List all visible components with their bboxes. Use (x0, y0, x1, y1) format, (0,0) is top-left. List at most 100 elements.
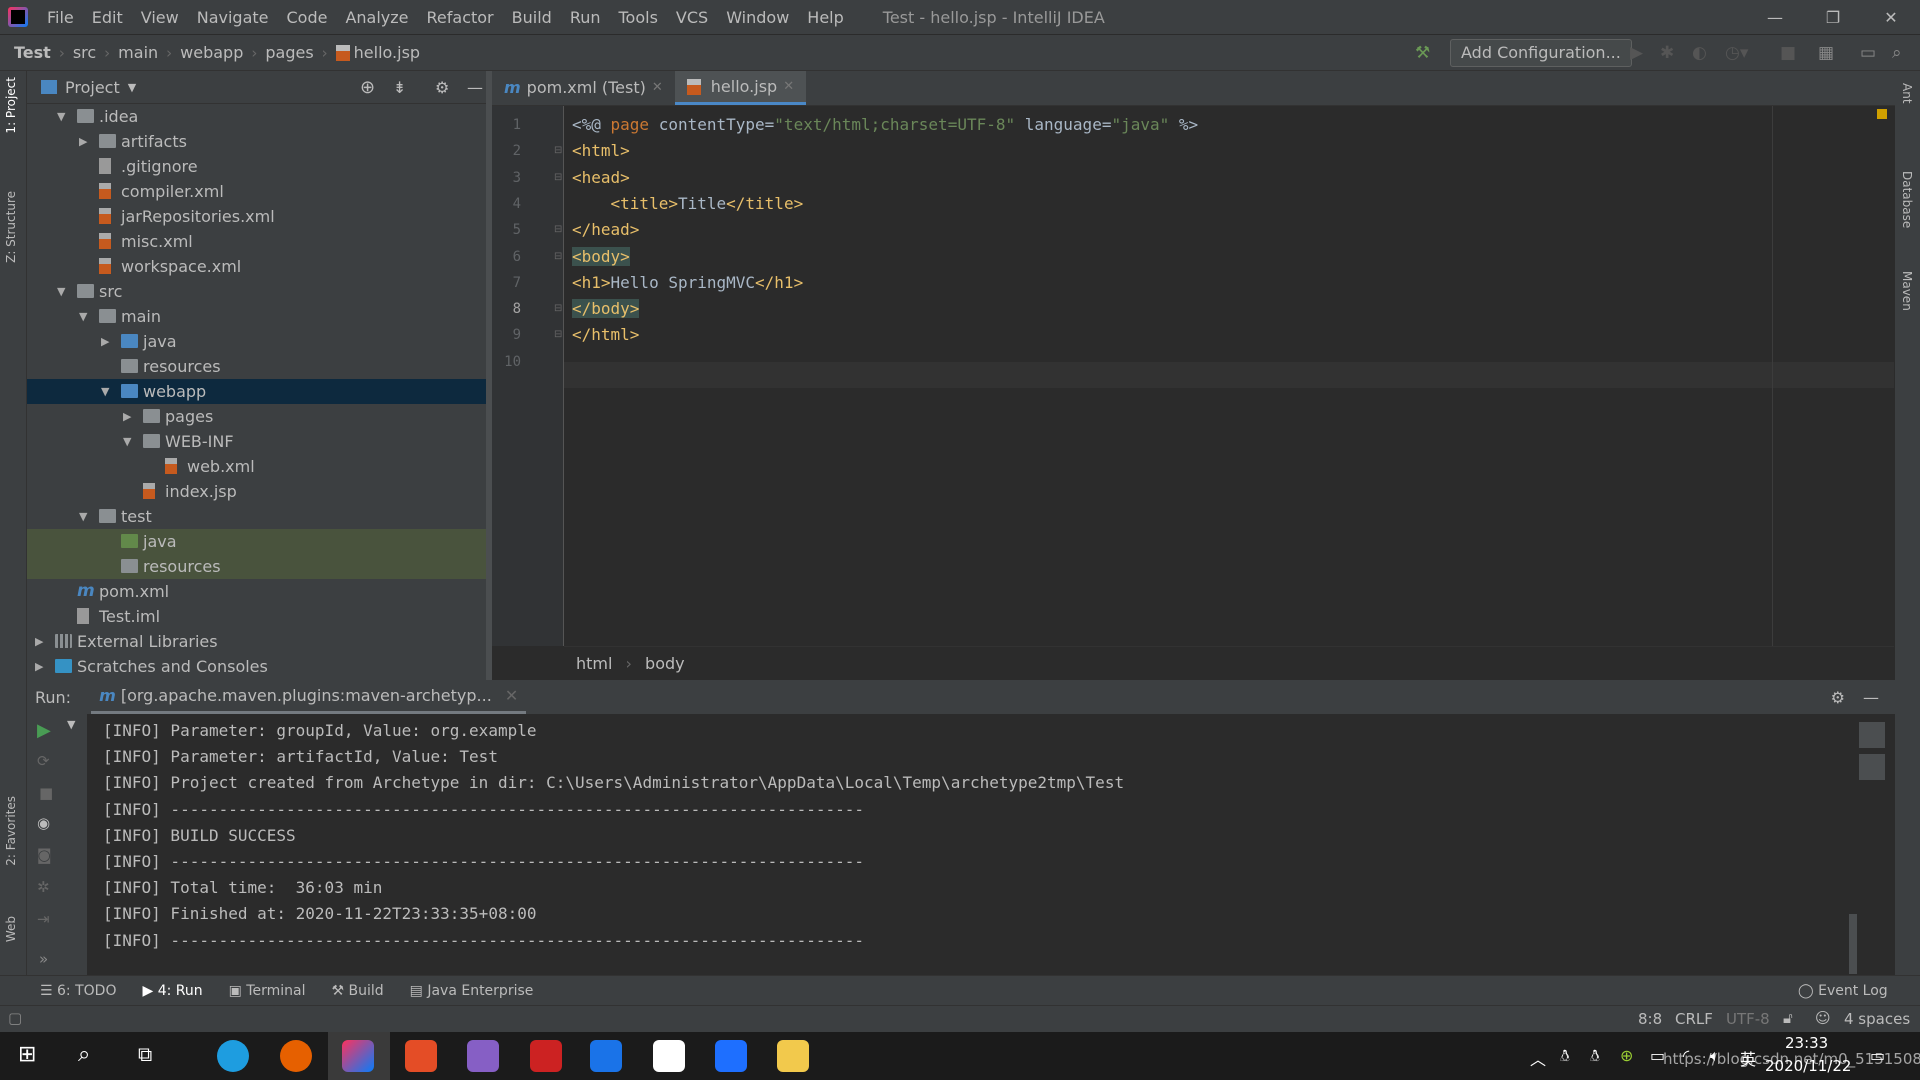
menu-vcs[interactable]: VCS (667, 8, 717, 27)
minimize-button[interactable]: — (1746, 0, 1804, 35)
qq-icon[interactable]: 🐧︎ (1560, 1046, 1570, 1068)
tray-expand-icon[interactable]: ︿ (1530, 1046, 1546, 1070)
tree-item[interactable]: ▼ main (27, 304, 491, 329)
breadcrumb-item[interactable]: Test (14, 43, 51, 62)
settings-icon[interactable]: ✲ (37, 878, 50, 896)
gear-icon[interactable]: ⚙ (435, 78, 449, 97)
qq-icon-2[interactable]: 🐧︎ (1590, 1046, 1600, 1068)
file-encoding[interactable]: UTF-8 (1726, 1010, 1770, 1028)
app-icon[interactable] (530, 1040, 562, 1072)
tree-item[interactable]: compiler.xml (27, 179, 491, 204)
search-icon[interactable]: ⌕ (78, 1042, 90, 1067)
task-view-icon[interactable]: ⧉ (138, 1042, 152, 1066)
tree-item[interactable]: Test.iml (27, 604, 491, 629)
more-icon[interactable]: » (39, 950, 48, 968)
close-tab-icon[interactable]: ✕ (652, 71, 663, 105)
profile-icon[interactable]: ◷▾ (1725, 43, 1748, 63)
debug-icon[interactable]: ✱ (1660, 43, 1674, 63)
collapsed-arrow-icon[interactable]: ▶ (35, 629, 43, 654)
collapsed-arrow-icon[interactable]: ▶ (123, 404, 131, 429)
coverage-icon[interactable]: ◐ (1692, 43, 1707, 63)
code-line[interactable]: <%@ page contentType="text/html;charset=… (572, 112, 1198, 138)
console-output[interactable]: [INFO] Parameter: groupId, Value: org.ex… (87, 714, 1895, 975)
breadcrumb-item[interactable]: pages (265, 43, 313, 62)
project-structure-icon[interactable]: ▦ (1818, 43, 1834, 63)
menu-help[interactable]: Help (798, 8, 852, 27)
soft-wrap-icon[interactable] (1859, 722, 1885, 748)
tree-item[interactable]: index.jsp (27, 479, 491, 504)
tree-item[interactable]: m pom.xml (27, 579, 491, 604)
menu-build[interactable]: Build (503, 8, 561, 27)
fold-marker-icon[interactable]: ⊟ (554, 303, 562, 314)
favorites-tool-tab[interactable]: 2: Favorites (4, 796, 18, 866)
locate-icon[interactable]: ⊕ (360, 77, 375, 98)
wps-icon[interactable] (715, 1040, 747, 1072)
menu-window[interactable]: Window (717, 8, 798, 27)
collapsed-arrow-icon[interactable]: ▶ (35, 654, 43, 679)
menu-refactor[interactable]: Refactor (418, 8, 503, 27)
breadcrumb-item[interactable]: webapp (180, 43, 243, 62)
fold-marker-icon[interactable]: ⊟ (554, 224, 562, 235)
layout-toggle-icon[interactable]: ▢ (8, 1009, 22, 1027)
code-line[interactable]: <html> (572, 138, 630, 164)
tree-item[interactable]: resources (27, 554, 491, 579)
stop-icon[interactable]: ■ (39, 784, 53, 802)
gear-icon[interactable]: ⚙ (1831, 688, 1845, 707)
tree-item[interactable]: .gitignore (27, 154, 491, 179)
breadcrumb-item[interactable]: main (118, 43, 158, 62)
intellij-taskbar-icon[interactable] (342, 1040, 374, 1072)
warning-marker-icon[interactable] (1877, 109, 1887, 119)
tree-item[interactable]: ▼ webapp (27, 379, 491, 404)
run-tab[interactable]: m [org.apache.maven.plugins:maven-archet… (91, 681, 527, 714)
maven-tool-tab[interactable]: Maven (1900, 271, 1914, 311)
menu-tools[interactable]: Tools (610, 8, 667, 27)
code-line[interactable]: <title>Title</title> (572, 191, 804, 217)
phone-app-icon[interactable] (590, 1040, 622, 1072)
collapsed-arrow-icon[interactable]: ▶ (101, 329, 109, 354)
tree-item[interactable]: ▶ java (27, 329, 491, 354)
crumb-body[interactable]: body (645, 654, 685, 673)
crumb-html[interactable]: html (576, 654, 612, 673)
notification-icon[interactable]: ▭ (1870, 1046, 1885, 1065)
database-tool-tab[interactable]: Database (1900, 171, 1914, 228)
tree-item[interactable]: resources (27, 354, 491, 379)
collapsed-arrow-icon[interactable]: ▶ (79, 129, 87, 154)
fold-marker-icon[interactable]: ⊟ (554, 251, 562, 262)
menu-file[interactable]: File (38, 8, 83, 27)
visual-studio-icon[interactable] (467, 1040, 499, 1072)
tree-item[interactable]: ▶ External Libraries (27, 629, 491, 654)
caret-position[interactable]: 8:8 (1638, 1010, 1662, 1028)
breadcrumb-item[interactable]: hello.jsp (354, 43, 420, 62)
tree-item[interactable]: ▼ test (27, 504, 491, 529)
breadcrumb-item[interactable]: src (73, 43, 96, 62)
chevron-down-icon[interactable]: ▼ (128, 81, 136, 94)
menu-analyze[interactable]: Analyze (336, 8, 417, 27)
edge-icon[interactable] (217, 1040, 249, 1072)
project-tool-tab[interactable]: 1: Project (4, 77, 18, 134)
tree-item[interactable]: workspace.xml (27, 254, 491, 279)
scroll-to-end-icon[interactable] (1859, 754, 1885, 780)
file-explorer-icon[interactable] (777, 1040, 809, 1072)
inspector-icon[interactable]: ☺ (1815, 1009, 1831, 1027)
ant-tool-tab[interactable]: Ant (1900, 83, 1914, 104)
stop-icon[interactable]: ■ (1780, 43, 1796, 63)
close-button[interactable]: ✕ (1862, 0, 1920, 35)
windows-start-icon[interactable]: ⊞ (18, 1042, 36, 1067)
tree-item[interactable]: ▼ src (27, 279, 491, 304)
console-scrollbar[interactable] (1849, 914, 1857, 974)
close-tab-icon[interactable]: ✕ (783, 70, 794, 104)
rerun-failed-icon[interactable]: ⟳ (37, 752, 50, 770)
java-enterprise-tab[interactable]: ▤ Java Enterprise (410, 983, 534, 999)
restore-button[interactable]: ❐ (1804, 0, 1862, 35)
build-tab[interactable]: ⚒ Build (331, 983, 383, 999)
hide-icon[interactable]: — (467, 78, 483, 97)
code-line[interactable]: <body> (572, 244, 630, 270)
code-line[interactable]: <h1>Hello SpringMVC</h1> (572, 270, 803, 296)
hide-icon[interactable]: — (1863, 688, 1879, 707)
menu-code[interactable]: Code (278, 8, 337, 27)
run-icon[interactable]: ▶ (1630, 43, 1643, 63)
menu-edit[interactable]: Edit (83, 8, 132, 27)
exit-icon[interactable]: ⇥ (37, 910, 50, 928)
run-tool-tab[interactable]: ▶ 4: Run (142, 983, 202, 999)
tree-item[interactable]: ▼ .idea (27, 104, 491, 129)
